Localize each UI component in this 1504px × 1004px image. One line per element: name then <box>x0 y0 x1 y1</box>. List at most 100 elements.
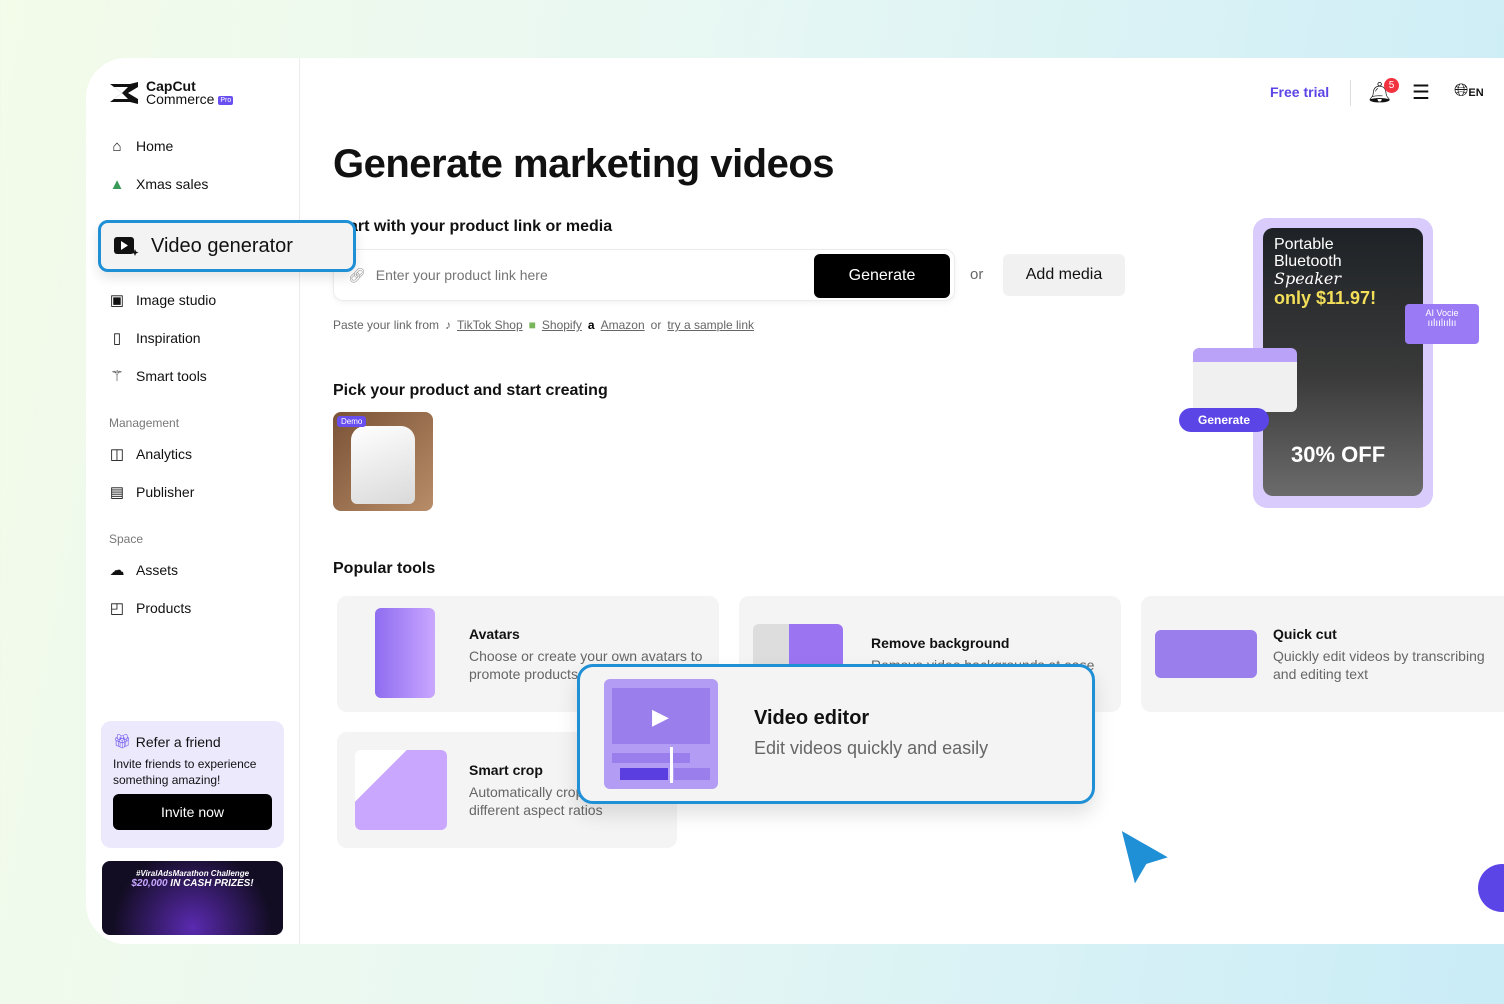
paste-prefix: Paste your link from <box>333 318 440 332</box>
promo-line1: #ViralAdsMarathon Challenge <box>135 869 250 878</box>
refer-text: Invite friends to experience something a… <box>113 757 257 787</box>
tiktok-icon: ♪ <box>445 318 452 332</box>
paste-sources: Paste your link from ♪ TikTok Shop ■ Shopi… <box>333 318 754 332</box>
hero-price: only $11.97! <box>1274 288 1377 308</box>
label: Xmas sales <box>136 176 209 192</box>
label: Image studio <box>136 292 217 308</box>
label: Video generator <box>151 234 293 257</box>
product-demo-shirt[interactable]: Demo <box>333 412 433 511</box>
capcut-logo-icon <box>110 82 138 105</box>
notification-badge: 5 <box>1384 78 1399 93</box>
section-space: Space <box>109 532 144 546</box>
label: Products <box>136 600 192 616</box>
hero-off: 30% OFF <box>1291 442 1386 467</box>
sidebar-item-video-generator[interactable]: Video generator <box>98 220 356 272</box>
tool-title: Avatars <box>469 626 520 642</box>
sidebar-item-home[interactable]: ⌂ Home <box>108 137 173 155</box>
sidebar-item-smart-tools[interactable]: ⚚ Smart tools <box>108 367 207 385</box>
promo-amount: $20,000 <box>131 878 168 889</box>
brand-sub: Commerce <box>146 91 215 107</box>
label: Smart tools <box>136 368 207 384</box>
add-media-button[interactable]: Add media <box>1003 254 1125 296</box>
popular-heading: Popular tools <box>333 560 436 577</box>
screen: ▶ <box>612 688 710 744</box>
shopify-icon: ■ <box>528 318 536 332</box>
hero-line2b: Speaker <box>1274 269 1342 288</box>
refer-title: Refer a friend <box>135 733 221 750</box>
sidebar: CapCut Commerce Pro ⌂ Home ▲ Xmas sales ▣ Im… <box>86 58 300 944</box>
refer-card: 🎁︎ Refer a friend Invite friends to exper… <box>101 721 284 848</box>
video-plus-icon <box>114 237 139 256</box>
shopify-link[interactable]: Shopify <box>542 318 582 332</box>
tree-icon: ▲ <box>109 175 125 193</box>
generate-button[interactable]: Generate <box>814 254 950 298</box>
tool-title: Quick cut <box>1273 626 1337 642</box>
tiktok-link[interactable]: TikTok Shop <box>457 318 523 332</box>
track <box>612 753 690 763</box>
ai-voice-label: AI Vocie <box>1425 308 1459 318</box>
sidebar-item-analytics[interactable]: ◫ Analytics <box>108 445 192 463</box>
link-card <box>1193 348 1297 412</box>
cloud-icon: ☁ <box>109 562 125 579</box>
amazon-icon: a <box>587 318 595 332</box>
sidebar-item-products[interactable]: ◰ Products <box>108 599 191 617</box>
image-icon: ▣ <box>109 292 125 309</box>
invite-now-button[interactable]: Invite now <box>113 794 272 830</box>
tool-desc: Quickly edit videos by transcribing and … <box>1273 648 1485 682</box>
play-icon: ▶ <box>652 704 669 729</box>
hero-illustration: Portable Bluetooth Speaker only $11.97! … <box>1179 218 1479 508</box>
stack-icon[interactable]: ☰ <box>1412 80 1430 105</box>
or-label: or <box>970 266 984 283</box>
home-icon: ⌂ <box>112 137 122 155</box>
language-code: EN <box>1468 87 1484 99</box>
hero-generate-pill: Generate <box>1179 408 1269 432</box>
free-trial-link[interactable]: Free trial <box>1270 84 1329 100</box>
calendar-icon: ▤ <box>109 484 125 501</box>
promo-banner[interactable]: #ViralAdsMarathon Challenge $20,000 IN C… <box>102 861 283 935</box>
tool-quick-cut[interactable]: Quick cut Quickly edit videos by transcr… <box>1141 596 1504 712</box>
magic-wand-icon: ⚚ <box>110 368 124 385</box>
sidebar-item-assets[interactable]: ☁ Assets <box>108 561 179 579</box>
sample-link[interactable]: try a sample link <box>667 318 754 332</box>
sidebar-item-xmas-sales[interactable]: ▲ Xmas sales <box>108 175 209 193</box>
link-input-box: 🔗︎ Generate <box>333 249 955 301</box>
divider <box>1350 80 1351 106</box>
or-text: or <box>650 318 662 332</box>
bag-icon: ◰ <box>109 600 125 617</box>
tool-title: Smart crop <box>469 762 543 778</box>
label: Home <box>136 138 174 154</box>
analytics-icon: ◫ <box>109 446 125 463</box>
hero-line1: Portable <box>1274 236 1334 253</box>
quick-cut-thumb <box>1155 630 1257 678</box>
label: Inspiration <box>136 330 201 346</box>
logo[interactable]: CapCut Commerce Pro <box>108 79 234 107</box>
shirt-image <box>351 426 415 504</box>
pick-heading: Pick your product and start creating <box>333 382 608 399</box>
promo-line2: IN CASH PRIZES! <box>170 878 254 889</box>
inspiration-icon: ▯ <box>112 330 122 347</box>
language-icon[interactable]: 🌐︎EN <box>1454 80 1484 101</box>
app-window: CapCut Commerce Pro ⌂ Home ▲ Xmas sales ▣ Im… <box>86 58 1504 944</box>
sidebar-item-publisher[interactable]: ▤ Publisher <box>108 483 194 501</box>
tool-title: Video editor <box>754 707 870 729</box>
label: Publisher <box>136 484 195 500</box>
demo-badge: Demo <box>337 416 367 427</box>
page-title: Generate marketing videos <box>333 142 835 186</box>
ai-voice-card: AI Vocie ıılıılıılıı <box>1405 304 1479 344</box>
tool-desc: Edit videos quickly and easily <box>754 738 989 758</box>
amazon-link[interactable]: Amazon <box>601 318 645 332</box>
cursor-icon <box>1115 823 1177 893</box>
avatars-thumb <box>375 608 435 698</box>
tool-title: Remove background <box>871 635 1010 651</box>
label: Analytics <box>136 446 193 462</box>
track-selected <box>620 768 668 780</box>
sidebar-item-inspiration[interactable]: ▯ Inspiration <box>108 329 201 347</box>
label: Assets <box>136 562 179 578</box>
pro-badge: Pro <box>218 95 234 105</box>
start-heading: Start with your product link or media <box>333 218 613 235</box>
hero-line2: Bluetooth <box>1274 253 1342 270</box>
video-editor-thumb: ▶ <box>604 679 718 789</box>
sidebar-item-image-studio[interactable]: ▣ Image studio <box>108 291 216 309</box>
smart-crop-thumb <box>355 750 447 830</box>
tool-video-editor[interactable]: ▶ Video editor Edit videos quickly and e… <box>577 664 1095 804</box>
